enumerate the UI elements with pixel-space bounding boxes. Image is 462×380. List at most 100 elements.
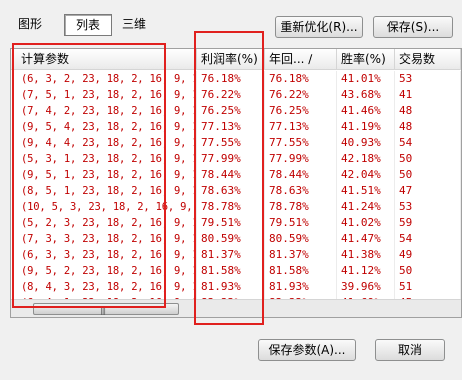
cell-params: (8, 4, 3, 23, 18, 2, 16, 9, 1) <box>11 279 197 295</box>
header-params[interactable]: 计算参数 <box>11 49 197 69</box>
cell-win-rate: 40.93% <box>337 135 395 151</box>
tab-list[interactable]: 列表 <box>64 14 112 36</box>
cell-trade-count: 51 <box>395 279 461 295</box>
table-row[interactable]: (8, 5, 1, 23, 18, 2, 16, 9, 1) 78.63% 78.6… <box>11 183 461 199</box>
cell-annual-return: 81.58% <box>265 263 337 279</box>
cell-profit-rate: 81.58% <box>197 263 265 279</box>
cell-profit-rate: 81.93% <box>197 279 265 295</box>
results-table[interactable]: 计算参数 利润率(%) 年回... ∕ 胜率(%) 交易数 (6, 3, 2, … <box>10 48 462 318</box>
cell-trade-count: 48 <box>395 119 461 135</box>
cell-annual-return: 78.78% <box>265 199 337 215</box>
cell-annual-return: 76.22% <box>265 87 337 103</box>
cell-trade-count: 41 <box>395 87 461 103</box>
table-header: 计算参数 利润率(%) 年回... ∕ 胜率(%) 交易数 <box>11 49 461 70</box>
cell-profit-rate: 77.55% <box>197 135 265 151</box>
cell-trade-count: 48 <box>395 103 461 119</box>
cell-win-rate: 42.04% <box>337 167 395 183</box>
table-row[interactable]: (9, 5, 4, 23, 18, 2, 16, 9, 1) 77.13% 77.1… <box>11 119 461 135</box>
cell-trade-count: 59 <box>395 215 461 231</box>
cell-params: (9, 5, 1, 23, 18, 2, 16, 9, 1) <box>11 167 197 183</box>
grip-icon: ||| <box>100 306 106 315</box>
cell-annual-return: 81.93% <box>265 279 337 295</box>
cell-win-rate: 41.12% <box>337 263 395 279</box>
cell-params: (5, 2, 3, 23, 18, 2, 16, 9, 1) <box>11 215 197 231</box>
cell-profit-rate: 78.78% <box>197 199 265 215</box>
table-row[interactable]: (9, 5, 2, 23, 18, 2, 16, 9, 1) 81.58% 81.5… <box>11 263 461 279</box>
table-row[interactable]: (9, 5, 1, 23, 18, 2, 16, 9, 1) 78.44% 78.4… <box>11 167 461 183</box>
cell-trade-count: 47 <box>395 183 461 199</box>
cell-win-rate: 41.01% <box>337 71 395 87</box>
cell-trade-count: 49 <box>395 247 461 263</box>
cell-params: (9, 5, 2, 23, 18, 2, 16, 9, 1) <box>11 263 197 279</box>
cell-profit-rate: 79.51% <box>197 215 265 231</box>
table-row[interactable]: (9, 4, 4, 23, 18, 2, 16, 9, 1) 77.55% 77.5… <box>11 135 461 151</box>
cell-params: (6, 3, 3, 23, 18, 2, 16, 9, 1) <box>11 247 197 263</box>
cell-trade-count: 50 <box>395 167 461 183</box>
header-win-rate[interactable]: 胜率(%) <box>337 49 395 69</box>
cell-params: (10, 5, 3, 23, 18, 2, 16, 9, 1) <box>11 199 197 215</box>
cell-params: (9, 5, 4, 23, 18, 2, 16, 9, 1) <box>11 119 197 135</box>
table-row[interactable]: (8, 4, 3, 23, 18, 2, 16, 9, 1) 81.93% 81.9… <box>11 279 461 295</box>
cell-annual-return: 76.18% <box>265 71 337 87</box>
cell-trade-count: 50 <box>395 151 461 167</box>
header-annual-return[interactable]: 年回... ∕ <box>265 49 337 69</box>
cell-annual-return: 81.37% <box>265 247 337 263</box>
tab-3d[interactable]: 三维 <box>114 14 154 34</box>
cell-win-rate: 41.38% <box>337 247 395 263</box>
cell-annual-return: 79.51% <box>265 215 337 231</box>
cell-annual-return: 77.13% <box>265 119 337 135</box>
table-row[interactable]: (6, 3, 3, 23, 18, 2, 16, 9, 1) 81.37% 81.3… <box>11 247 461 263</box>
cell-trade-count: 54 <box>395 135 461 151</box>
cell-profit-rate: 76.22% <box>197 87 265 103</box>
cell-profit-rate: 76.25% <box>197 103 265 119</box>
cell-win-rate: 41.47% <box>337 231 395 247</box>
cell-profit-rate: 77.99% <box>197 151 265 167</box>
cell-params: (7, 3, 3, 23, 18, 2, 16, 9, 1) <box>11 231 197 247</box>
table-row[interactable]: (7, 4, 2, 23, 18, 2, 16, 9, 1) 76.25% 76.2… <box>11 103 461 119</box>
horizontal-scrollbar[interactable]: ||| <box>11 299 461 317</box>
cell-annual-return: 80.59% <box>265 231 337 247</box>
cell-win-rate: 42.18% <box>337 151 395 167</box>
cell-params: (8, 5, 1, 23, 18, 2, 16, 9, 1) <box>11 183 197 199</box>
table-row[interactable]: (5, 2, 3, 23, 18, 2, 16, 9, 1) 79.51% 79.5… <box>11 215 461 231</box>
cell-win-rate: 41.24% <box>337 199 395 215</box>
scrollbar-thumb[interactable]: ||| <box>33 303 179 315</box>
cell-profit-rate: 81.37% <box>197 247 265 263</box>
reoptimize-button[interactable]: 重新优化(R)... <box>275 16 363 38</box>
cell-trade-count: 53 <box>395 199 461 215</box>
cell-params: (7, 4, 2, 23, 18, 2, 16, 9, 1) <box>11 103 197 119</box>
cell-params: (9, 4, 4, 23, 18, 2, 16, 9, 1) <box>11 135 197 151</box>
cell-win-rate: 41.46% <box>337 103 395 119</box>
cell-annual-return: 77.99% <box>265 151 337 167</box>
header-profit-rate[interactable]: 利润率(%) <box>197 49 265 69</box>
cell-win-rate: 41.19% <box>337 119 395 135</box>
cell-trade-count: 50 <box>395 263 461 279</box>
cell-params: (5, 3, 1, 23, 18, 2, 16, 9, 1) <box>11 151 197 167</box>
save-button[interactable]: 保存(S)... <box>373 16 453 38</box>
tab-chart[interactable]: 图形 <box>12 14 48 34</box>
save-params-button[interactable]: 保存参数(A)... <box>258 339 356 361</box>
table-row[interactable]: (5, 3, 1, 23, 18, 2, 16, 9, 1) 77.99% 77.9… <box>11 151 461 167</box>
cell-win-rate: 41.51% <box>337 183 395 199</box>
cell-win-rate: 41.02% <box>337 215 395 231</box>
cell-profit-rate: 76.18% <box>197 71 265 87</box>
cell-profit-rate: 78.63% <box>197 183 265 199</box>
table-row[interactable]: (6, 3, 2, 23, 18, 2, 16, 9, 1) 76.18% 76.1… <box>11 71 461 87</box>
cell-win-rate: 39.96% <box>337 279 395 295</box>
cell-trade-count: 53 <box>395 71 461 87</box>
table-row[interactable]: (7, 5, 1, 23, 18, 2, 16, 9, 1) 76.22% 76.2… <box>11 87 461 103</box>
cell-annual-return: 77.55% <box>265 135 337 151</box>
cell-params: (7, 5, 1, 23, 18, 2, 16, 9, 1) <box>11 87 197 103</box>
cell-annual-return: 78.63% <box>265 183 337 199</box>
table-row[interactable]: (7, 3, 3, 23, 18, 2, 16, 9, 1) 80.59% 80.5… <box>11 231 461 247</box>
cell-annual-return: 76.25% <box>265 103 337 119</box>
cell-params: (6, 3, 2, 23, 18, 2, 16, 9, 1) <box>11 71 197 87</box>
cancel-button[interactable]: 取消 <box>375 339 445 361</box>
cell-profit-rate: 77.13% <box>197 119 265 135</box>
cell-profit-rate: 80.59% <box>197 231 265 247</box>
cell-annual-return: 78.44% <box>265 167 337 183</box>
cell-win-rate: 43.68% <box>337 87 395 103</box>
header-trade-count[interactable]: 交易数 <box>395 49 461 69</box>
table-row[interactable]: (10, 5, 3, 23, 18, 2, 16, 9, 1) 78.78% 78.… <box>11 199 461 215</box>
cell-trade-count: 54 <box>395 231 461 247</box>
